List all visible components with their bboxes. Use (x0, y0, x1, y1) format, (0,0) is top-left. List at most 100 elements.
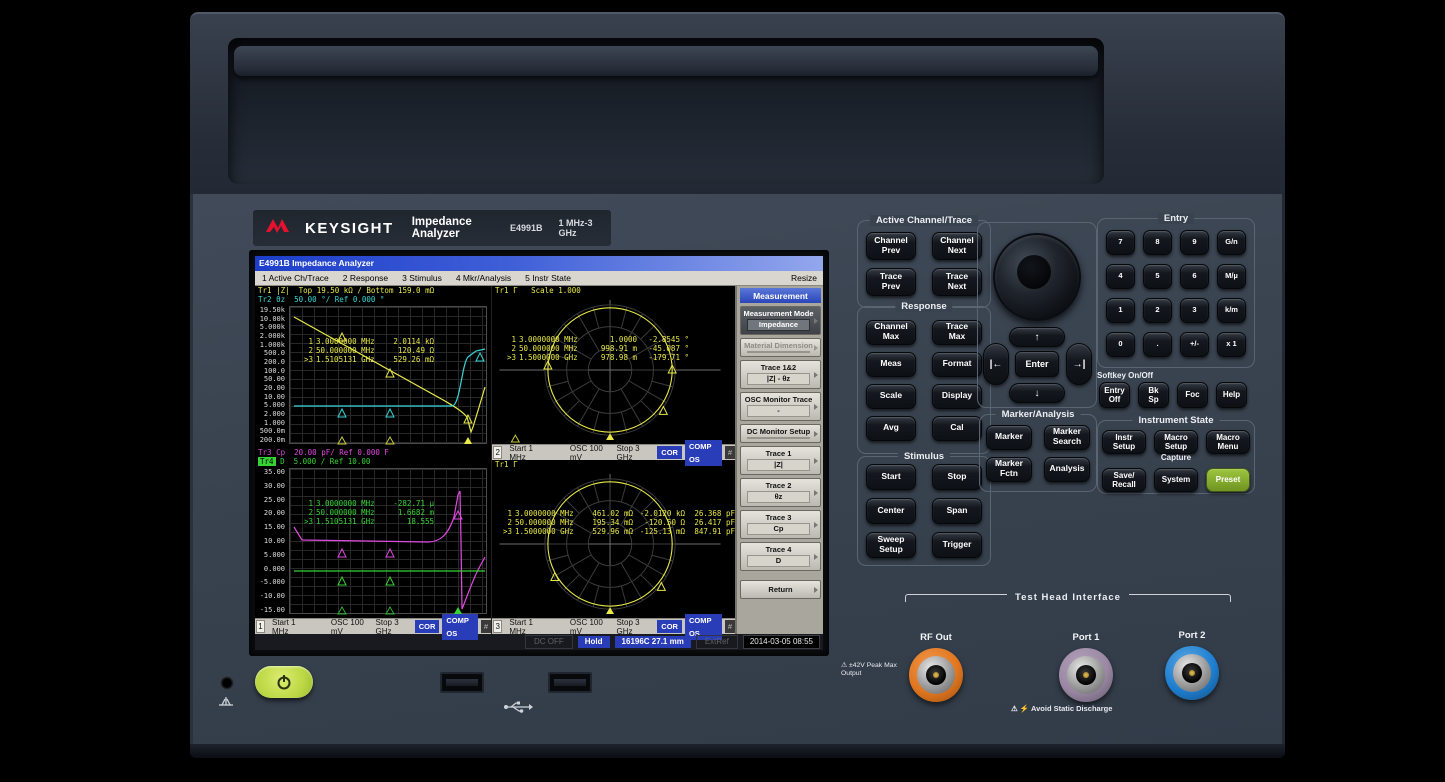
panel-key[interactable]: Trace Next (932, 268, 982, 296)
dc-bias-status: DC OFF (525, 635, 573, 649)
n-connector (1165, 646, 1219, 700)
keypad-key[interactable]: 3 (1180, 298, 1209, 323)
panel-key[interactable]: Span (932, 498, 982, 524)
panel-key[interactable]: Channel Prev (866, 232, 916, 260)
panel-key[interactable]: Trigger (932, 532, 982, 558)
panel-key[interactable]: Entry Off (1099, 382, 1130, 408)
menu-item[interactable]: 4 Mkr/Analysis (449, 273, 518, 283)
panel-key[interactable]: Center (866, 498, 916, 524)
keypad-key[interactable]: 8 (1143, 230, 1172, 255)
panel-key[interactable]: Trace Prev (866, 268, 916, 296)
panel-key[interactable]: Macro Menu (1206, 430, 1250, 454)
softkey-value: |Z| (747, 459, 810, 471)
menu-item[interactable]: 1 Active Ch/Trace (255, 273, 336, 283)
marker-row: 250.000000 MHz998.91 m-45.087 ° (504, 344, 689, 353)
softkey-button[interactable]: Trace 1 |Z| (740, 446, 821, 475)
key-group: Channel Max Trace Max Meas Format Scale Displ… (858, 307, 990, 453)
panel-key[interactable]: Help (1216, 382, 1247, 408)
keypad-key[interactable]: k/m (1217, 298, 1246, 323)
ground-icon (217, 694, 235, 712)
keypad-key[interactable]: +/- (1180, 332, 1209, 357)
panel-key[interactable]: Scale (866, 384, 916, 409)
softkey-button[interactable]: Material Dimension (740, 338, 821, 357)
keypad-key[interactable]: x 1 (1217, 332, 1246, 357)
power-button[interactable] (255, 666, 313, 698)
y-tick: 10.00 (264, 393, 285, 401)
keypad-key[interactable]: 9 (1180, 230, 1209, 255)
panel-key[interactable]: Start (866, 464, 916, 490)
start-frequency: Start 1 MHz (505, 444, 548, 462)
down-arrow-key[interactable]: ↓ (1009, 383, 1065, 403)
brand-strip: KEYSIGHT Impedance Analyzer E4991B 1 MHz… (253, 210, 611, 246)
key-group: Start Stop Center Span Sweep Setup Trigger (858, 457, 990, 565)
softkey-button[interactable]: Trace 1&2 |Z| - θz (740, 360, 821, 389)
channel1-column: Tr1 |Z| Top 19.50 kΩ / Bottom 159.0 mΩ T… (255, 286, 491, 634)
panel-key[interactable]: Format (932, 352, 982, 377)
y-tick: 100.0 (264, 367, 285, 375)
softkey-button[interactable]: Trace 2 θz (740, 478, 821, 507)
panel-key[interactable]: Channel Next (932, 232, 982, 260)
menu-bar: 1 Active Ch/Trace2 Response3 Stimulus4 M… (255, 271, 823, 286)
section-title: Response (895, 301, 952, 312)
softkey-menu: Measurement Measurement Mode Impedance (735, 286, 823, 634)
enter-key[interactable]: Enter (1015, 351, 1059, 377)
panel-key[interactable]: Channel Max (866, 320, 916, 345)
panel-key[interactable]: Save/ Recall (1102, 468, 1146, 492)
keypad-key[interactable]: 2 (1143, 298, 1172, 323)
left-arrow-key[interactable]: |← (983, 343, 1009, 385)
softkey-button[interactable]: Trace 3 Cp (740, 510, 821, 539)
y-tick: 1.000k (260, 341, 285, 349)
capture-label: Capture (1161, 453, 1191, 462)
rf-out-connector: RF Out (909, 632, 963, 702)
y-tick: 10.00 (264, 537, 285, 545)
static-warning: ⚠ ⚡ Avoid Static Discharge (1011, 704, 1112, 713)
softkey-label: Measurement Mode (743, 309, 814, 318)
menu-item[interactable]: 3 Stimulus (395, 273, 449, 283)
menu-item[interactable]: 5 Instr State (518, 273, 578, 283)
softkey-return-button[interactable]: Return (740, 580, 821, 599)
menu-item[interactable]: 2 Response (336, 273, 395, 283)
fixture-status: 16196C 27.1 mm (615, 636, 691, 648)
ground-terminal (220, 676, 234, 690)
up-arrow-key[interactable]: ↑ (1009, 327, 1065, 347)
keypad-key[interactable]: . (1143, 332, 1172, 357)
knob-dimple (1017, 255, 1051, 289)
keypad-key[interactable]: 0 (1106, 332, 1135, 357)
softkey-label: Material Dimension (743, 341, 814, 350)
softkey-button[interactable]: Trace 4 D (740, 542, 821, 571)
panel-key[interactable]: Bk Sp (1138, 382, 1169, 408)
y-tick: 15.00 (264, 523, 285, 531)
resize-button[interactable]: Resize (785, 273, 823, 283)
panel-key[interactable]: Trace Max (932, 320, 982, 345)
softkey-button[interactable]: DC Monitor Setup (740, 424, 821, 443)
keypad-key[interactable]: 1 (1106, 298, 1135, 323)
panel-key[interactable]: Marker Fctn (986, 457, 1032, 482)
softkey-button[interactable]: OSC Monitor Trace - (740, 392, 821, 421)
panel-key[interactable]: Stop (932, 464, 982, 490)
panel-key[interactable]: Avg (866, 416, 916, 441)
keypad-key[interactable]: 7 (1106, 230, 1135, 255)
softkey-label: Trace 4 (743, 545, 814, 554)
panel-key[interactable]: System (1154, 468, 1198, 492)
panel-key[interactable]: Analysis (1044, 457, 1090, 482)
panel-key[interactable]: Sweep Setup (866, 532, 916, 558)
panel-key[interactable]: Foc (1177, 382, 1208, 408)
panel-key[interactable]: Marker Search (1044, 425, 1090, 450)
y-tick: -5.000 (260, 578, 285, 586)
panel-key[interactable]: Instr Setup (1102, 430, 1146, 454)
chart-cp-d: Tr3 Cp 20.00 pF/ Ref 0.000 F Tr4 D 5.000… (255, 448, 491, 618)
entry-bottom-keys: Entry Off Bk Sp Foc Help (1099, 382, 1251, 408)
y-tick: -10.00 (260, 592, 285, 600)
panel-key[interactable]: Marker (986, 425, 1032, 450)
softkey-button[interactable]: Measurement Mode Impedance (740, 306, 821, 335)
keypad-key[interactable]: G/n (1217, 230, 1246, 255)
panel-key[interactable]: Display (932, 384, 982, 409)
trigger-status: Hold (578, 636, 610, 648)
panel-key[interactable]: Cal (932, 416, 982, 441)
panel-key[interactable]: Macro Setup (1154, 430, 1198, 454)
screen-bezel: E4991B Impedance Analyzer 1 Active Ch/Tr… (249, 250, 829, 656)
y-axis-ticks: 19.50k10.00k5.000k2.000k1.000k500.0200.0… (255, 306, 287, 444)
right-arrow-key[interactable]: →| (1066, 343, 1092, 385)
panel-key[interactable]: Preset (1206, 468, 1250, 492)
panel-key[interactable]: Meas (866, 352, 916, 377)
